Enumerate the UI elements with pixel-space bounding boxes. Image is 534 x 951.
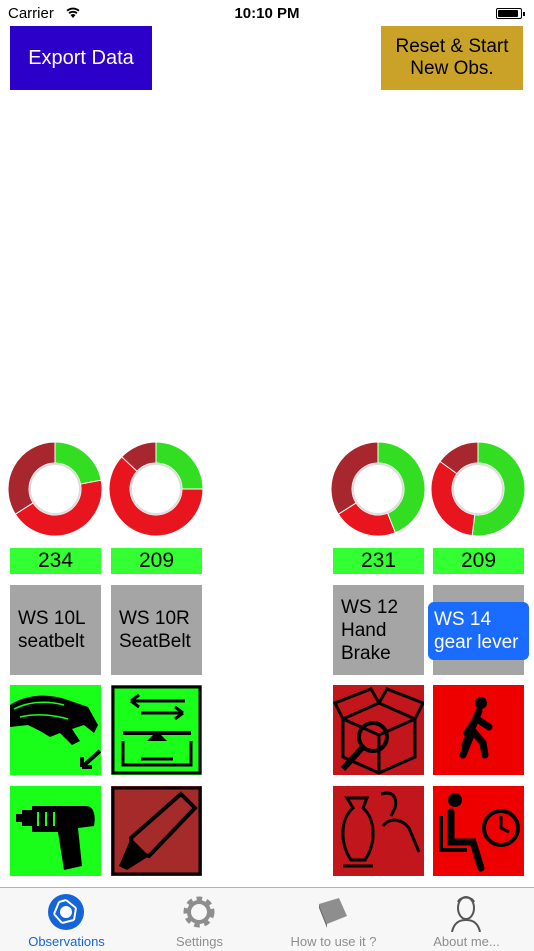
station-2-button[interactable]: WS 10R SeatBelt — [111, 585, 202, 675]
tab-settings[interactable]: Settings — [133, 888, 266, 951]
export-data-button[interactable]: Export Data — [10, 26, 152, 90]
tab-label: Observations — [28, 934, 105, 949]
station-3-button[interactable]: WS 12 Hand Brake — [333, 585, 424, 675]
station-4-selected-label[interactable]: WS 14 gear lever — [428, 602, 529, 660]
book-icon — [319, 898, 347, 928]
battery-icon — [496, 8, 525, 19]
gear-icon — [183, 896, 215, 928]
vase-hand-icon[interactable] — [333, 786, 424, 876]
station-4-ring-chart — [430, 441, 526, 537]
station-2-count: 209 — [111, 548, 202, 574]
clock-label: 10:10 PM — [234, 5, 300, 22]
portrait-icon — [451, 896, 481, 932]
marker-pen-icon[interactable] — [111, 786, 202, 876]
box-inspect-icon[interactable] — [333, 685, 424, 775]
reset-start-button[interactable]: Reset & Start New Obs. — [381, 26, 523, 90]
power-drill-icon[interactable] — [10, 786, 101, 876]
waiting-clock-icon[interactable] — [433, 786, 524, 876]
station-1-count: 234 — [10, 548, 101, 574]
ring-hole — [130, 463, 182, 515]
station-3-ring-chart — [330, 441, 426, 537]
station-2-ring-chart — [108, 441, 204, 537]
station-1-button[interactable]: WS 10L seatbelt — [10, 585, 101, 675]
walking-person-icon[interactable] — [433, 685, 524, 775]
tab-bar: Observations Settings How to use it ? Ab… — [0, 887, 534, 951]
tab-label: Settings — [176, 934, 223, 949]
aperture-icon — [48, 894, 84, 930]
tab-label: How to use it ? — [290, 934, 377, 949]
tab-label: About me... — [433, 934, 500, 949]
ring-hole — [352, 463, 404, 515]
tab-observations[interactable]: Observations — [0, 888, 133, 951]
ring-hole — [452, 463, 504, 515]
station-1-ring-chart — [7, 441, 103, 537]
transport-conveyor-icon[interactable] — [111, 685, 202, 775]
station-4-count: 209 — [433, 548, 524, 574]
ring-hole — [29, 463, 81, 515]
tab-about[interactable]: About me... — [400, 888, 533, 951]
tab-how-to-use[interactable]: How to use it ? — [267, 888, 400, 951]
station-3-count: 231 — [333, 548, 424, 574]
hand-reaching-icon[interactable] — [10, 685, 101, 775]
status-bar: Carrier 10:10 PM — [0, 0, 534, 26]
